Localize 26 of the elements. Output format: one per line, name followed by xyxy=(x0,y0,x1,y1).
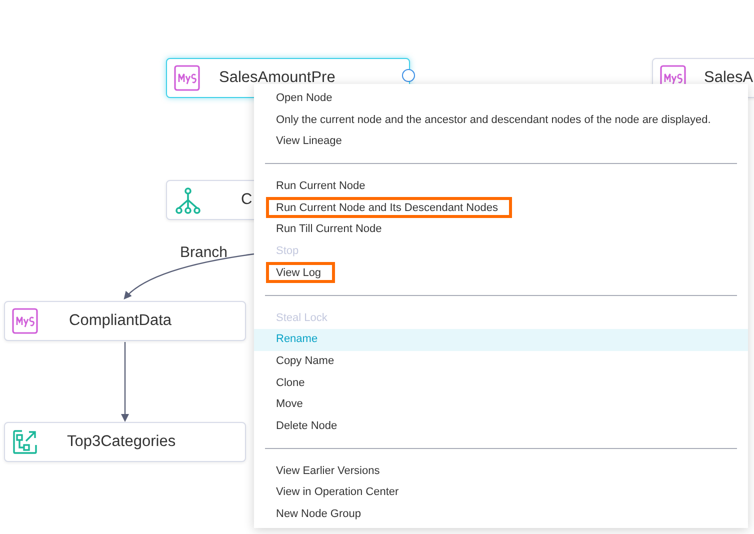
menu-item[interactable]: Run Current Node xyxy=(254,176,748,198)
node-label: CompliantData xyxy=(69,312,172,330)
flow-node[interactable]: CompliantData xyxy=(4,301,246,341)
menu-item[interactable]: New Node Group xyxy=(254,504,748,526)
connection-port[interactable] xyxy=(402,69,415,82)
mysql-icon xyxy=(12,308,38,334)
node-label: SalesA xyxy=(704,69,754,87)
menu-item[interactable]: Only the current node and the ancestor and descendant nodes of the node are displayed. xyxy=(254,110,748,132)
menu-item[interactable]: Move xyxy=(254,394,748,416)
menu-item[interactable]: View Log xyxy=(254,262,748,284)
menu-item[interactable]: Run Current Node and Its Descendant Nodes xyxy=(254,198,748,220)
menu-item[interactable]: View Earlier Versions xyxy=(254,460,748,482)
menu-item[interactable]: Delete Node xyxy=(254,416,748,438)
node-label: SalesAmountPre xyxy=(219,69,336,87)
menu-item[interactable]: Clone xyxy=(254,372,748,394)
node-label: Top3Categories xyxy=(67,433,176,451)
menu-item[interactable]: View Lineage xyxy=(254,131,748,154)
edge-label: Branch xyxy=(180,244,228,261)
mysql-icon xyxy=(174,65,200,91)
branch-icon xyxy=(174,187,202,215)
menu-item[interactable]: Run Till Current Node xyxy=(254,219,748,242)
node-label: C xyxy=(241,191,252,209)
chart-node-icon xyxy=(12,429,38,455)
menu-item[interactable]: View in Operation Center xyxy=(254,482,748,504)
flow-node[interactable]: Top3Categories xyxy=(4,422,246,462)
menu-item[interactable]: Copy Name xyxy=(254,350,748,373)
